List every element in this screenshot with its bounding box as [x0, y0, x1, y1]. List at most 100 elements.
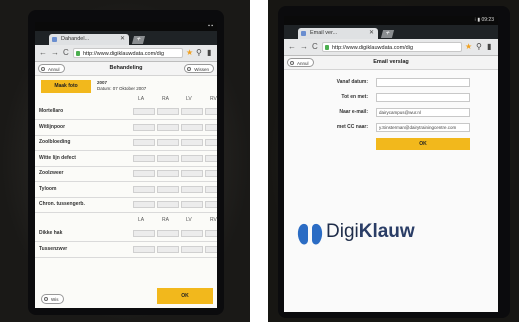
- left-photo: ▪ ▪ Dahandel... ✕ + ← → C http://www.dig…: [0, 0, 250, 322]
- score-cell[interactable]: [133, 201, 155, 208]
- column-header: LA: [138, 217, 145, 223]
- radio-icon: [44, 297, 48, 301]
- table-row: Mortellaro: [35, 104, 217, 120]
- favicon-icon: [52, 37, 57, 42]
- address-bar: ← → C http://www.digiklauwdata.com/dig ★…: [284, 39, 498, 56]
- score-cell[interactable]: [133, 170, 155, 177]
- form-row: met CC naar: y.Sinsterman@dairytrainingce…: [284, 121, 498, 134]
- back-icon[interactable]: ←: [39, 48, 47, 58]
- score-cell[interactable]: [157, 108, 179, 115]
- score-cell[interactable]: [181, 230, 203, 237]
- browser-tab[interactable]: Email ver... ✕: [298, 28, 378, 39]
- field-label: met CC naar:: [336, 124, 368, 130]
- score-cell[interactable]: [157, 201, 179, 208]
- left-screen: ▪ ▪ Dahandel... ✕ + ← → C http://www.dig…: [35, 22, 217, 308]
- forward-icon[interactable]: →: [51, 48, 59, 58]
- back-icon[interactable]: ←: [288, 42, 296, 52]
- score-cell[interactable]: [205, 230, 217, 237]
- search-icon[interactable]: ⚲: [476, 42, 482, 52]
- score-cell[interactable]: [133, 230, 155, 237]
- text-field[interactable]: [376, 93, 470, 102]
- clear-button[interactable]: Wissen: [184, 64, 214, 73]
- search-icon[interactable]: ⚲: [196, 48, 202, 58]
- score-cell[interactable]: [157, 154, 179, 162]
- score-cell[interactable]: [157, 170, 179, 177]
- status-bar: ▪ ▪: [35, 22, 217, 31]
- score-cell[interactable]: [181, 185, 203, 193]
- table-row: Witlijnpoor: [35, 120, 217, 136]
- bookmark-icon[interactable]: ▮: [487, 42, 491, 52]
- form-row: Tot en met:: [284, 91, 498, 104]
- score-cell[interactable]: [133, 154, 155, 162]
- bookmark-star-icon[interactable]: ★: [465, 42, 472, 52]
- column-header: RV: [210, 217, 217, 223]
- favicon-icon: [301, 31, 306, 36]
- score-cell[interactable]: [157, 123, 179, 131]
- score-cell[interactable]: [181, 123, 203, 131]
- column-header: LV: [186, 217, 192, 223]
- ok-button[interactable]: OK: [376, 138, 470, 150]
- new-tab-button[interactable]: +: [380, 30, 395, 38]
- score-cell[interactable]: [133, 245, 155, 253]
- text-field[interactable]: y.Sinsterman@dairytrainingcentre.com: [376, 123, 470, 132]
- score-cell[interactable]: [181, 201, 203, 208]
- score-cell[interactable]: [205, 170, 217, 177]
- score-cell[interactable]: [205, 139, 217, 146]
- score-cell[interactable]: [133, 139, 155, 146]
- score-cell[interactable]: [181, 170, 203, 177]
- score-cell[interactable]: [157, 245, 179, 253]
- app-header: Annul Behandeling Wissen: [35, 62, 217, 76]
- score-cell[interactable]: [181, 139, 203, 146]
- score-cell[interactable]: [157, 139, 179, 146]
- table-row: Zoolbloeding: [35, 135, 217, 151]
- table-row: Chron. tussengerb.: [35, 197, 217, 213]
- score-cell[interactable]: [133, 185, 155, 193]
- forward-icon[interactable]: →: [300, 42, 308, 52]
- row-label: Zoolbloeding: [39, 139, 71, 145]
- text-field[interactable]: dairycampus@wur.nl: [376, 108, 470, 117]
- column-header: RA: [162, 217, 169, 223]
- score-cell[interactable]: [181, 108, 203, 115]
- lock-icon: [76, 51, 80, 56]
- score-cell[interactable]: [181, 154, 203, 162]
- new-tab-button[interactable]: +: [131, 36, 146, 44]
- treatment-form: Maak foto 2007 Datum: 07 Oktober 2007 LA…: [35, 76, 217, 308]
- reload-icon[interactable]: C: [63, 48, 69, 58]
- address-bar: ← → C http://www.digiklauwdata.com/dig ★…: [35, 45, 217, 62]
- form-row: Vanaf datum:: [284, 76, 498, 89]
- score-cell[interactable]: [205, 185, 217, 193]
- url-input[interactable]: http://www.digiklauwdata.com/dig: [73, 48, 183, 58]
- table-row: Dikke hak: [35, 226, 217, 242]
- score-cell[interactable]: [205, 154, 217, 162]
- score-cell[interactable]: [205, 108, 217, 115]
- field-label: Naar e-mail:: [339, 109, 368, 115]
- bookmark-icon[interactable]: ▮: [207, 48, 211, 58]
- app-header: Annul Email verslag: [284, 56, 498, 70]
- brand-klauw: Klauw: [358, 221, 415, 242]
- text-field[interactable]: [376, 78, 470, 87]
- score-cell[interactable]: [205, 245, 217, 253]
- close-tab-icon[interactable]: ✕: [120, 34, 125, 45]
- field-label: Vanaf datum:: [336, 79, 368, 85]
- score-cell[interactable]: [157, 230, 179, 237]
- left-tablet: ▪ ▪ Dahandel... ✕ + ← → C http://www.dig…: [28, 10, 224, 315]
- row-label: Tussenzwvr: [39, 245, 68, 252]
- url-input[interactable]: http://www.digiklauwdata.com/dig: [322, 42, 462, 52]
- close-tab-icon[interactable]: ✕: [369, 28, 374, 39]
- score-cell[interactable]: [157, 185, 179, 193]
- browser-tab[interactable]: Dahandel... ✕: [49, 34, 129, 45]
- take-photo-button[interactable]: Maak foto: [41, 80, 91, 93]
- score-cell[interactable]: [133, 108, 155, 115]
- score-cell[interactable]: [205, 123, 217, 131]
- radio-icon: [187, 67, 192, 71]
- score-cell[interactable]: [133, 123, 155, 131]
- bookmark-star-icon[interactable]: ★: [186, 48, 193, 58]
- ok-button[interactable]: OK: [157, 288, 213, 304]
- tab-strip: Dahandel... ✕ +: [35, 31, 217, 45]
- form-row: Naar e-mail: dairycampus@wur.nl: [284, 106, 498, 119]
- reload-icon[interactable]: C: [312, 42, 318, 52]
- url-text: http://www.digiklauwdata.com/dig: [83, 51, 165, 57]
- clear-footer-button[interactable]: Wis: [41, 294, 64, 304]
- score-cell[interactable]: [181, 245, 203, 253]
- score-cell[interactable]: [205, 201, 217, 208]
